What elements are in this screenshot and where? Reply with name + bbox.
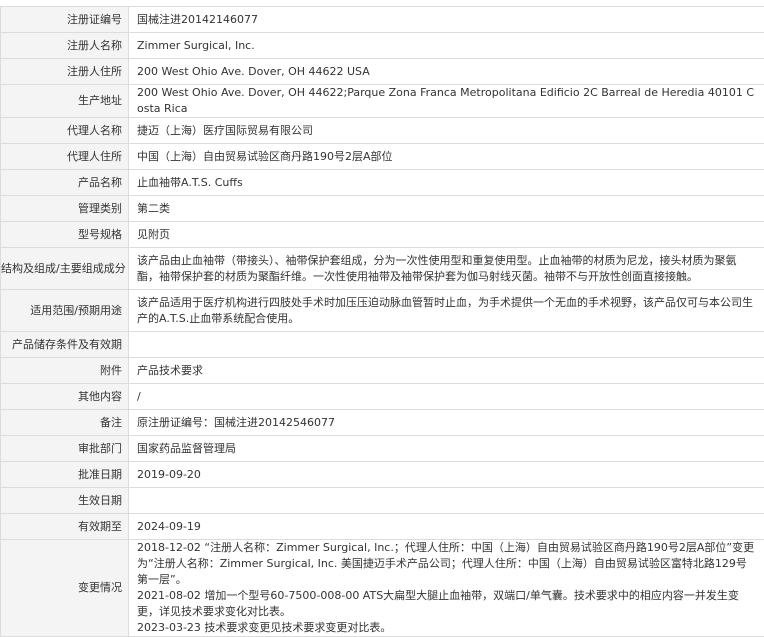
table-row-change-record: 变更情况2018-12-02 “注册人名称：Zimmer Surgical, I… (1, 540, 764, 637)
row-label: 备注 (1, 410, 129, 436)
row-value: Zimmer Surgical, Inc. (129, 33, 764, 59)
table-row: 批准日期2019-09-20 (1, 462, 764, 488)
row-value: 产品技术要求 (129, 358, 764, 384)
row-value: 2024-09-19 (129, 514, 764, 540)
row-label: 注册证编号 (1, 7, 129, 33)
table-row: 附件产品技术要求 (1, 358, 764, 384)
table-row: 代理人住所中国（上海）自由贸易试验区商丹路190号2层A部位 (1, 144, 764, 170)
row-value (129, 488, 764, 514)
row-label: 生产地址 (1, 85, 129, 118)
table-row: 生效日期 (1, 488, 764, 514)
table-row: 注册人住所200 West Ohio Ave. Dover, OH 44622 … (1, 59, 764, 85)
registration-table: 注册证编号国械注进20142146077注册人名称Zimmer Surgical… (0, 6, 764, 637)
row-label: 注册人住所 (1, 59, 129, 85)
table-row: 型号规格见附页 (1, 222, 764, 248)
table-row: 备注原注册证编号：国械注进20142546077 (1, 410, 764, 436)
table-row: 产品储存条件及有效期 (1, 332, 764, 358)
change-entry: 2021-08-02 增加一个型号60-7500-008-00 ATS大扁型大腿… (137, 588, 756, 620)
row-label: 批准日期 (1, 462, 129, 488)
table-row: 代理人名称捷迈（上海）医疗国际贸易有限公司 (1, 118, 764, 144)
row-label: 管理类别 (1, 196, 129, 222)
row-label: 产品储存条件及有效期 (1, 332, 129, 358)
row-value: 该产品由止血袖带（带接头）、袖带保护套组成，分为一次性使用型和重复使用型。止血袖… (129, 248, 764, 290)
row-value: 第二类 (129, 196, 764, 222)
row-label: 型号规格 (1, 222, 129, 248)
row-label: 有效期至 (1, 514, 129, 540)
change-record-value: 2018-12-02 “注册人名称：Zimmer Surgical, Inc.；… (129, 540, 764, 637)
row-label: 附件 (1, 358, 129, 384)
row-value: 中国（上海）自由贸易试验区商丹路190号2层A部位 (129, 144, 764, 170)
row-label: 代理人名称 (1, 118, 129, 144)
row-label: 适用范围/预期用途 (1, 290, 129, 332)
row-label: 代理人住所 (1, 144, 129, 170)
registration-table-body: 注册证编号国械注进20142146077注册人名称Zimmer Surgical… (1, 7, 764, 637)
row-label: 审批部门 (1, 436, 129, 462)
row-value: 2019-09-20 (129, 462, 764, 488)
change-entry: 2018-12-02 “注册人名称：Zimmer Surgical, Inc.；… (137, 540, 756, 588)
row-label: 注册人名称 (1, 33, 129, 59)
table-row: 其他内容/ (1, 384, 764, 410)
row-value: 见附页 (129, 222, 764, 248)
row-value: 该产品适用于医疗机构进行四肢处手术时加压压迫动脉血管暂时止血，为手术提供一个无血… (129, 290, 764, 332)
row-label: 生效日期 (1, 488, 129, 514)
row-value: 国家药品监督管理局 (129, 436, 764, 462)
table-row: 注册人名称Zimmer Surgical, Inc. (1, 33, 764, 59)
row-label: 变更情况 (1, 540, 129, 637)
table-row: 审批部门国家药品监督管理局 (1, 436, 764, 462)
table-row: 管理类别第二类 (1, 196, 764, 222)
row-label: 其他内容 (1, 384, 129, 410)
table-row: 注册证编号国械注进20142146077 (1, 7, 764, 33)
row-value: / (129, 384, 764, 410)
row-value: 200 West Ohio Ave. Dover, OH 44622;Parqu… (129, 85, 764, 118)
row-value: 止血袖带A.T.S. Cuffs (129, 170, 764, 196)
row-value: 国械注进20142146077 (129, 7, 764, 33)
table-row: 有效期至2024-09-19 (1, 514, 764, 540)
row-value: 原注册证编号：国械注进20142546077 (129, 410, 764, 436)
table-row: 结构及组成/主要组成成分该产品由止血袖带（带接头）、袖带保护套组成，分为一次性使… (1, 248, 764, 290)
row-value: 200 West Ohio Ave. Dover, OH 44622 USA (129, 59, 764, 85)
row-value (129, 332, 764, 358)
table-row: 产品名称止血袖带A.T.S. Cuffs (1, 170, 764, 196)
change-entry: 2023-03-23 技术要求变更见技术要求变更对比表。 (137, 620, 756, 636)
row-label: 产品名称 (1, 170, 129, 196)
row-value: 捷迈（上海）医疗国际贸易有限公司 (129, 118, 764, 144)
table-row: 生产地址200 West Ohio Ave. Dover, OH 44622;P… (1, 85, 764, 118)
table-row: 适用范围/预期用途该产品适用于医疗机构进行四肢处手术时加压压迫动脉血管暂时止血，… (1, 290, 764, 332)
row-label: 结构及组成/主要组成成分 (1, 248, 129, 290)
